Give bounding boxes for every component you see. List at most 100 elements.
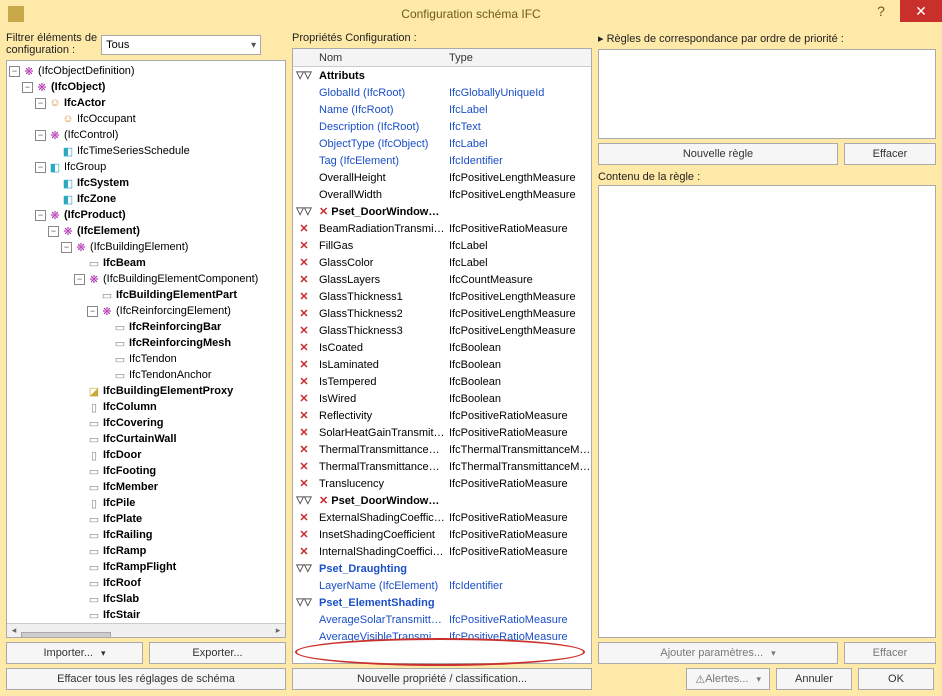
export-button[interactable]: Exporter...: [149, 642, 286, 664]
grid-row[interactable]: ObjectType (IfcObject)IfcLabel: [293, 135, 591, 152]
collapse-icon[interactable]: −: [22, 82, 33, 93]
grid-row[interactable]: ✕SolarHeatGainTransmittanceIfcPositiveRa…: [293, 424, 591, 441]
tree-row[interactable]: −❋(IfcBuildingElementComponent): [9, 271, 283, 287]
tree-row[interactable]: ◧IfcZone: [9, 191, 283, 207]
grid-row[interactable]: ✕GlassThickness2IfcPositiveLengthMeasure: [293, 305, 591, 322]
grid-row[interactable]: ✕IsWiredIfcBoolean: [293, 390, 591, 407]
grid-row[interactable]: ✕ReflectivityIfcPositiveRatioMeasure: [293, 407, 591, 424]
alerts-button[interactable]: ⚠ Alertes...: [686, 668, 770, 690]
collapse-icon[interactable]: −: [35, 98, 46, 109]
grid-row[interactable]: ✕IsTemperedIfcBoolean: [293, 373, 591, 390]
grid-row[interactable]: ✕GlassThickness1IfcPositiveLengthMeasure: [293, 288, 591, 305]
tree-row[interactable]: −❋(IfcReinforcingElement): [9, 303, 283, 319]
close-button[interactable]: ✕: [900, 0, 942, 22]
help-button[interactable]: ?: [862, 0, 900, 22]
collapse-icon[interactable]: −: [35, 210, 46, 221]
grid-row[interactable]: ✕IsCoatedIfcBoolean: [293, 339, 591, 356]
grid-row[interactable]: ✕ThermalTransmittanceWinterIfcThermalTra…: [293, 458, 591, 475]
tree-row[interactable]: −❋(IfcControl): [9, 127, 283, 143]
collapse-icon[interactable]: −: [35, 162, 46, 173]
collapse-icon[interactable]: −: [74, 274, 85, 285]
grid-row[interactable]: GlobalId (IfcRoot)IfcGloballyUniqueId: [293, 84, 591, 101]
grid-row[interactable]: OverallHeightIfcPositiveLengthMeasure: [293, 169, 591, 186]
tree-row[interactable]: −❋(IfcBuildingElement): [9, 239, 283, 255]
rules-list[interactable]: [598, 49, 936, 139]
tree-row[interactable]: ▭IfcFooting: [9, 463, 283, 479]
collapse-icon[interactable]: −: [87, 306, 98, 317]
tree-row[interactable]: ▭IfcPlate: [9, 511, 283, 527]
tree-row[interactable]: ▭IfcTendonAnchor: [9, 367, 283, 383]
new-property-button[interactable]: Nouvelle propriété / classification...: [292, 668, 592, 690]
cancel-button[interactable]: Annuler: [776, 668, 852, 690]
tree-row[interactable]: ▭IfcCovering: [9, 415, 283, 431]
properties-grid[interactable]: ▽AttributsGlobalId (IfcRoot)IfcGloballyU…: [293, 67, 591, 663]
tree-row[interactable]: ▯IfcColumn: [9, 399, 283, 415]
tree-row[interactable]: ▭IfcRampFlight: [9, 559, 283, 575]
tree-row[interactable]: ▭IfcReinforcingBar: [9, 319, 283, 335]
grid-row[interactable]: Description (IfcRoot)IfcText: [293, 118, 591, 135]
grid-group-row[interactable]: ▽Pset_Draughting: [293, 560, 591, 577]
tree-row[interactable]: ▯IfcDoor: [9, 447, 283, 463]
tree-row[interactable]: −❋(IfcObjectDefinition): [9, 63, 283, 79]
tree-row[interactable]: ▭IfcBuildingElementPart: [9, 287, 283, 303]
grid-group-row[interactable]: ▽✕ Pset_DoorWindowGlazing...: [293, 203, 591, 220]
grid-row[interactable]: Name (IfcRoot)IfcLabel: [293, 101, 591, 118]
collapse-icon[interactable]: −: [61, 242, 72, 253]
filter-combo[interactable]: Tous: [101, 35, 261, 55]
tree-row[interactable]: ◧IfcSystem: [9, 175, 283, 191]
ok-button[interactable]: OK: [858, 668, 934, 690]
grid-row[interactable]: LayerName (IfcElement)IfcIdentifier: [293, 577, 591, 594]
grid-group-row[interactable]: ▽Attributs: [293, 67, 591, 84]
tree-row[interactable]: ▭IfcCurtainWall: [9, 431, 283, 447]
grid-row[interactable]: ✕TranslucencyIfcPositiveRatioMeasure: [293, 475, 591, 492]
tree-row[interactable]: ▭IfcReinforcingMesh: [9, 335, 283, 351]
tree-row[interactable]: ▭IfcMember: [9, 479, 283, 495]
tree-row[interactable]: ◧IfcTimeSeriesSchedule: [9, 143, 283, 159]
schema-tree[interactable]: −❋(IfcObjectDefinition)−❋(IfcObject)−☺If…: [7, 61, 285, 623]
grid-row[interactable]: ✕FillGasIfcLabel: [293, 237, 591, 254]
tree-row[interactable]: −❋(IfcProduct): [9, 207, 283, 223]
tree-row[interactable]: ☺IfcOccupant: [9, 111, 283, 127]
grid-row[interactable]: ✕ThermalTransmittanceSummerIfcThermalTra…: [293, 441, 591, 458]
grid-row[interactable]: ✕IsLaminatedIfcBoolean: [293, 356, 591, 373]
tree-row[interactable]: −❋(IfcElement): [9, 223, 283, 239]
grid-group-row[interactable]: ▽✕ Pset_DoorWindowShading...: [293, 492, 591, 509]
tree-row[interactable]: ◪IfcBuildingElementProxy: [9, 383, 283, 399]
grid-row[interactable]: ✕ExternalShadingCoefficientIfcPositiveRa…: [293, 509, 591, 526]
grid-row[interactable]: ✕GlassColorIfcLabel: [293, 254, 591, 271]
clear-content-button[interactable]: Effacer: [844, 642, 936, 664]
tree-row[interactable]: −◧IfcGroup: [9, 159, 283, 175]
group-toggle-icon[interactable]: ▽: [304, 495, 312, 506]
tree-row[interactable]: ▭IfcBeam: [9, 255, 283, 271]
col-type[interactable]: Type: [445, 52, 591, 64]
tree-row[interactable]: ▭IfcRailing: [9, 527, 283, 543]
grid-row[interactable]: OverallWidthIfcPositiveLengthMeasure: [293, 186, 591, 203]
import-button[interactable]: Importer...: [6, 642, 143, 664]
grid-row[interactable]: ✕GlassThickness3IfcPositiveLengthMeasure: [293, 322, 591, 339]
grid-group-row[interactable]: ▽Pset_ElementShading: [293, 594, 591, 611]
collapse-icon[interactable]: −: [35, 130, 46, 141]
add-params-button[interactable]: Ajouter paramètres...: [598, 642, 838, 664]
grid-row[interactable]: AverageSolarTransmittance (I...IfcPositi…: [293, 611, 591, 628]
clear-rule-button[interactable]: Effacer: [844, 143, 936, 165]
tree-row[interactable]: ▭IfcRamp: [9, 543, 283, 559]
clear-schema-button[interactable]: Effacer tous les réglages de schéma: [6, 668, 286, 690]
grid-row[interactable]: Tag (IfcElement)IfcIdentifier: [293, 152, 591, 169]
tree-row[interactable]: −❋(IfcObject): [9, 79, 283, 95]
tree-row[interactable]: ▭IfcRoof: [9, 575, 283, 591]
grid-row[interactable]: AverageVisibleTransmittance (...IfcPosit…: [293, 628, 591, 645]
collapse-icon[interactable]: −: [9, 66, 20, 77]
tree-row[interactable]: ▭IfcSlab: [9, 591, 283, 607]
grid-row[interactable]: ✕InsetShadingCoefficientIfcPositiveRatio…: [293, 526, 591, 543]
tree-row[interactable]: ▭IfcStair: [9, 607, 283, 623]
collapse-icon[interactable]: −: [48, 226, 59, 237]
rule-content[interactable]: [598, 185, 936, 638]
group-toggle-icon[interactable]: ▽: [304, 206, 312, 217]
scroll-left-arrow-icon[interactable]: ◂: [7, 624, 21, 638]
grid-row[interactable]: ✕GlassLayersIfcCountMeasure: [293, 271, 591, 288]
tree-row[interactable]: ▯IfcPile: [9, 495, 283, 511]
new-rule-button[interactable]: Nouvelle règle: [598, 143, 838, 165]
tree-row[interactable]: ▭IfcTendon: [9, 351, 283, 367]
col-name[interactable]: Nom: [315, 52, 445, 64]
tree-hscrollbar[interactable]: ◂ ▸: [7, 623, 285, 637]
